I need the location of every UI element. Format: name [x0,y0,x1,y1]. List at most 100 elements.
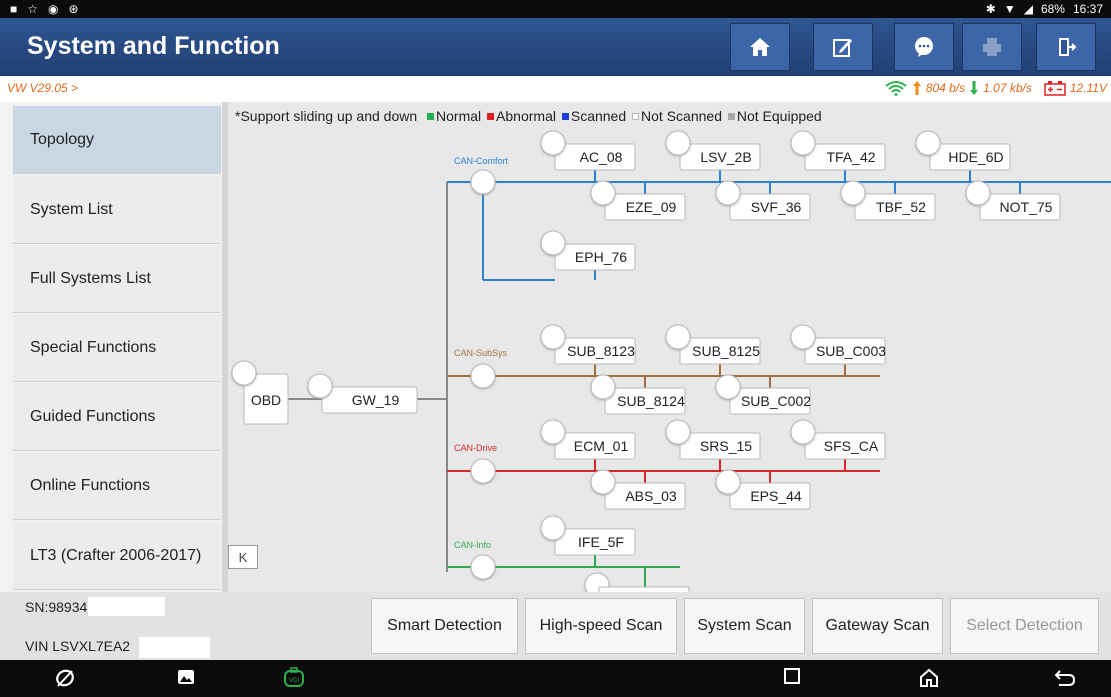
edit-icon [833,39,852,57]
module-node[interactable]: SFS_CA [790,419,886,460]
module-status-circle [665,419,691,445]
edit-button[interactable] [813,23,873,71]
module-status-circle [590,180,616,206]
recents-icon[interactable] [783,667,801,685]
module-status-circle [540,324,566,350]
bottom-bar: SN:98934 VIN LSVXL7EA2 Smart Detection H… [0,592,1111,660]
print-button[interactable] [962,23,1022,71]
module-label: EPS_44 [750,488,802,504]
upload-arrow-icon [912,81,921,95]
sidebar-item-label: System List [30,200,113,218]
connection-status: 804 b/s 1.07 kb/s 12.11V [884,80,1107,96]
sidebar-item-topology[interactable]: Topology [13,106,221,174]
browser-icon[interactable] [54,667,76,689]
module-node[interactable]: TFA_42 [790,130,886,171]
collapse-button[interactable]: K [228,545,258,569]
battery-level: 68% [1040,2,1065,16]
module-label: ABS_03 [625,488,677,504]
module-label: GW_19 [352,392,400,408]
back-icon[interactable] [1054,667,1076,687]
sidebar-item-system-list[interactable]: System List [13,176,221,244]
app-icon: ☆ [27,2,39,16]
module-status-circle [965,180,991,206]
chat-button[interactable] [894,23,954,71]
module-status-circle [590,469,616,495]
module-node[interactable]: ABS_03 [590,469,686,510]
module-label: TFA_42 [826,149,875,165]
bus-node-circle[interactable] [470,363,496,389]
module-node[interactable]: EPS_44 [715,469,811,510]
obd-node[interactable]: OBD [231,360,289,425]
status-left-icons: ■ ☆ ◉ ⊛ [10,2,79,16]
module-node[interactable]: EZE_09 [590,180,686,221]
module-label: NOT_75 [1000,199,1053,215]
clock: 16:37 [1072,2,1103,16]
gallery-icon[interactable] [176,667,196,687]
select-detection-button[interactable]: Select Detection [950,598,1099,654]
module-label: LSV_2B [700,149,751,165]
accessibility-icon: ⊛ [68,2,79,16]
vci-icon[interactable]: VCI [282,667,306,689]
sidebar-item-label: LT3 (Crafter 2006-2017) [30,546,202,564]
module-status-circle [715,469,741,495]
module-node[interactable]: EPH_76 [540,230,636,271]
module-node[interactable]: TBF_52 [840,180,936,221]
sidebar-item-online-functions[interactable]: Online Functions [13,452,221,520]
module-node[interactable]: SVF_36 [715,180,811,221]
module-nodes: OBD GW_19 AC_08 LSV_2B TFA_42 HDE_6D EZE_09 SVF… [231,130,1061,592]
bus-label: CAN-SubSys [454,348,508,358]
sidebar-item-label: Guided Functions [30,407,156,425]
vin-number: VIN LSVXL7EA2 [25,638,131,654]
sidebar-item-special-functions[interactable]: Special Functions [13,314,221,382]
bus-node-circle[interactable] [470,169,496,195]
status-right: ✱ ▼ ◢ 68% 16:37 [986,2,1103,16]
sidebar-item-guided-functions[interactable]: Guided Functions [13,383,221,451]
bus-node-circle[interactable] [470,458,496,484]
software-version[interactable]: VW V29.05 > [7,81,78,95]
obd-status-circle [231,360,257,386]
module-node[interactable]: HDE_6D [915,130,1011,171]
module-node[interactable]: LSV_2B [665,130,761,171]
home-button[interactable] [730,23,790,71]
module-status-circle [307,373,333,399]
sidebar-item-label: Special Functions [30,338,157,356]
module-node[interactable]: SRS_15 [665,419,761,460]
module-status-circle [590,374,616,400]
smart-detection-button[interactable]: Smart Detection [371,598,518,654]
topology-panel[interactable]: *Support sliding up and down Normal Abno… [228,102,1111,592]
exit-icon [1059,38,1077,56]
bus-node-circle[interactable] [470,554,496,580]
module-label: SUB_C002 [741,393,811,409]
svg-text:VCI: VCI [289,678,299,684]
module-label: EPH_76 [575,249,627,265]
exit-button[interactable] [1036,23,1096,71]
module-node[interactable]: AC_08 [540,130,636,171]
gateway-node[interactable]: GW_19 [307,373,418,414]
module-node[interactable]: SUB_8124 [590,374,686,415]
home-nav-icon[interactable] [918,667,940,689]
bus-label: CAN-Info [454,540,491,550]
high-speed-scan-button[interactable]: High-speed Scan [525,598,677,654]
status-bar: ■ ☆ ◉ ⊛ ✱ ▼ ◢ 68% 16:37 [0,0,1111,18]
module-node[interactable]: NOT_75 [965,180,1061,221]
system-scan-button[interactable]: System Scan [684,598,805,654]
redaction-mask [88,597,165,616]
module-status-circle [540,515,566,541]
module-node[interactable]: IFE_5F [540,515,636,556]
sidebar-item-vehicle-model[interactable]: LT3 (Crafter 2006-2017) [13,522,221,590]
bluetooth-icon: ✱ [985,2,996,16]
module-node[interactable]: SUB_C003 [790,324,886,365]
download-speed: 1.07 kb/s [983,81,1032,95]
module-label: SRS_15 [700,438,752,454]
module-node[interactable]: SUB_8123 [540,324,636,365]
module-node[interactable]: ECM_01 [540,419,636,460]
obd-label: OBD [251,392,281,408]
module-node[interactable]: SUB_8125 [665,324,761,365]
module-node[interactable]: SUB_C002 [715,374,811,415]
module-status-circle [790,324,816,350]
module-label: SUB_8123 [567,343,635,359]
bus-label: CAN-Comfort [454,156,509,166]
sidebar-item-full-systems-list[interactable]: Full Systems List [13,245,221,313]
info-bar: VW V29.05 > 804 b/s 1.07 kb/s 12.11V [0,76,1111,102]
gateway-scan-button[interactable]: Gateway Scan [812,598,943,654]
